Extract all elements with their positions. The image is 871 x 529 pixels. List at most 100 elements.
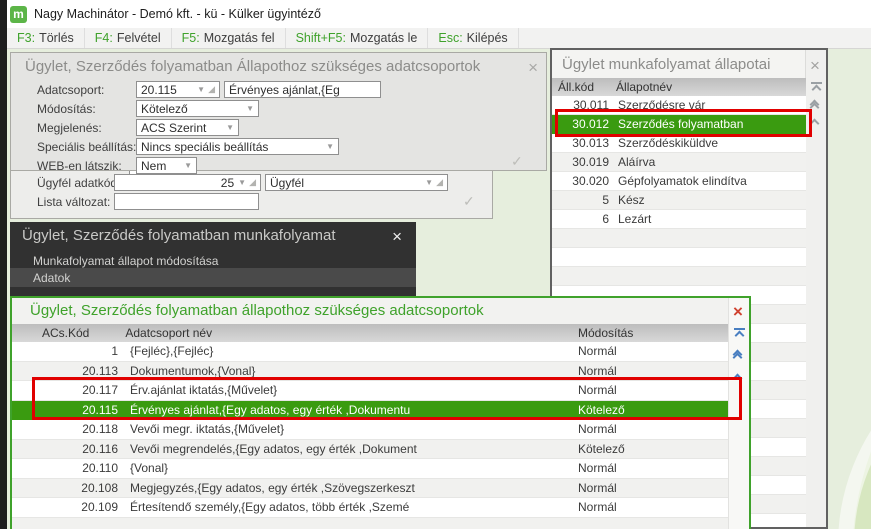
adatcsoport-name-input[interactable] (224, 81, 381, 98)
table-row[interactable]: 6 Lezárt (552, 210, 806, 229)
table-row[interactable]: 30.011 Szerződésre vár (552, 96, 806, 115)
table-cell-name: Dokumentumok,{Vonal} (130, 363, 256, 378)
table-row[interactable]: 30.020 Gépfolyamatok elindítva (552, 172, 806, 191)
menu-item[interactable]: F3: Törlés (7, 28, 85, 48)
scroll-page-up-icon[interactable] (809, 99, 820, 113)
table-row[interactable]: 20.108 Megjegyzés,{Egy adatos, egy érték … (12, 478, 728, 498)
chevron-down-icon[interactable]: ▼ (226, 123, 234, 132)
menu-item-adatok[interactable]: Adatok (10, 268, 416, 287)
table-cell-code: 5 (602, 193, 609, 207)
table-cell-code: 20.110 (82, 461, 118, 476)
table-row[interactable]: 30.012 Szerződés folyamatban (552, 115, 806, 134)
panel-allapothoz-adatcsoportok-form: Ügylet, Szerződés folyamatban Állapothoz… (10, 52, 547, 174)
table-row[interactable]: 20.115 Érvényes ajánlat,{Egy adatos, egy … (12, 400, 728, 420)
chevron-down-icon[interactable]: ▼ (238, 178, 246, 187)
chevron-down-icon[interactable]: ▼ (326, 142, 334, 151)
scroll-to-top-icon[interactable] (734, 328, 745, 341)
table-cell-code: 6 (602, 212, 609, 226)
ugyfel-adatkod-label: Ügyfél adatkód: (37, 175, 121, 190)
window-title: Nagy Machinátor - Demó kft. - kü - Külke… (34, 7, 321, 21)
modositas-value: Kötelező (141, 101, 188, 116)
table-cell-name: Szerződéskiküldve (618, 136, 719, 150)
table-row[interactable]: 20.118 Vevői megr. iktatás,{Művelet} Normá… (12, 420, 728, 440)
table-cell-code: 20.117 (82, 383, 118, 398)
lista-valtozat-input[interactable] (114, 193, 259, 210)
table-cell-mod: Normál (578, 480, 617, 495)
adatcsoport-label: Adatcsoport: (37, 82, 105, 97)
close-icon[interactable]: × (733, 303, 743, 320)
confirm-check-icon[interactable]: ✓ (463, 193, 475, 210)
web-latszik-select[interactable]: Nem ▼ (136, 157, 197, 174)
table-row[interactable]: 20.109 Értesítendő személy,{Egy adatos, t… (12, 498, 728, 518)
app-window: m Nagy Machinátor - Demó kft. - kü - Kül… (0, 0, 871, 529)
column-header-adatcsoportnev: Adatcsoport név (125, 326, 213, 340)
menu-item-label: Adatok (33, 270, 71, 285)
table-cell-code: 20.115 (82, 402, 118, 417)
menu-item[interactable]: Esc: Kilépés (428, 28, 519, 48)
panel-title: Ügylet munkafolyamat állapotai (562, 56, 771, 73)
table-cell-name: Érv.ajánlat iktatás,{Művelet} (130, 383, 278, 398)
function-key-bar: F3: Törlés F4: Felvétel F5: Mozgatás fel Shift… (7, 28, 871, 49)
table-row[interactable]: 20.116 Vevői megrendelés,{Egy adatos, egy… (12, 439, 728, 459)
table-cell-name: Vevői megrendelés,{Egy adatos, egy érték… (130, 441, 417, 456)
panel-title: Ügylet, Szerződés folyamatban munkafolya… (22, 227, 336, 244)
ugyfel-adatkod-select[interactable]: 25 ▼ ◢ (114, 174, 261, 191)
ugyfel-adatkod-value: 25 (220, 175, 235, 190)
menu-item-label: Kilépés (466, 31, 508, 45)
menu-item-allapot-modositasa[interactable]: Munkafolyamat állapot módosítása (33, 254, 218, 268)
menu-item-key: F3: (17, 31, 36, 45)
table-cell-mod: Normál (578, 500, 617, 515)
table-cell-code: 20.108 (81, 480, 118, 495)
table-cell-mod: Kötelező (578, 402, 625, 417)
table-cell-name: Gépfolyamatok elindítva (618, 174, 747, 188)
table-cell-mod: Normál (578, 461, 617, 476)
menu-item[interactable]: Shift+F5: Mozgatás le (286, 28, 429, 48)
confirm-check-icon[interactable]: ✓ (511, 153, 523, 170)
modositas-label: Módosítás: (37, 101, 96, 116)
ugyfel-tipus-select[interactable]: Ügyfél ▼ ◢ (265, 174, 448, 191)
menu-item-label: Felvétel (116, 31, 161, 45)
column-header-modositas: Módosítás (578, 326, 634, 340)
close-icon[interactable]: × (528, 59, 538, 76)
table-row[interactable]: 20.113 Dokumentumok,{Vonal} Normál (12, 361, 728, 381)
column-header-acskod: ACs.Kód (42, 326, 90, 340)
table-cell-code: 30.019 (572, 155, 609, 169)
table-row-empty (552, 248, 806, 267)
table-cell-mod: Kötelező (578, 441, 625, 456)
chevron-down-icon[interactable]: ▼ (425, 178, 433, 187)
panel-scroll-column: × (728, 298, 749, 529)
specialis-label: Speciális beállítás: (37, 139, 137, 154)
chevron-down-icon[interactable]: ▼ (184, 161, 192, 170)
close-icon[interactable]: × (810, 57, 820, 74)
scroll-page-up-icon[interactable] (732, 349, 743, 363)
table-row[interactable]: 30.019 Aláírva (552, 153, 806, 172)
panel-scroll-column: × (805, 50, 826, 527)
table-row[interactable]: 5 Kész (552, 191, 806, 210)
column-header-allkod: Áll.kód (558, 80, 595, 94)
lista-valtozat-label: Lista változat: (37, 194, 111, 209)
scroll-up-icon[interactable] (732, 373, 743, 384)
close-icon[interactable]: × (392, 228, 402, 245)
scroll-to-top-icon[interactable] (811, 82, 822, 95)
table-row-empty (552, 229, 806, 248)
menu-item[interactable]: F4: Felvétel (85, 28, 172, 48)
table-row[interactable]: 20.110 {Vonal} Normál (12, 459, 728, 479)
table-header: Áll.kód Állapotnév (552, 78, 806, 96)
table-row[interactable]: 30.013 Szerződéskiküldve (552, 134, 806, 153)
table-cell-name: Szerződésre vár (618, 98, 706, 112)
chevron-down-icon[interactable]: ▼ (246, 104, 254, 113)
scroll-up-icon[interactable] (809, 118, 820, 129)
modositas-select[interactable]: Kötelező ▼ (136, 100, 259, 117)
table-cell-name: {Fejléc},{Fejléc} (130, 344, 214, 359)
table-row[interactable]: 1 {Fejléc},{Fejléc} Normál (12, 342, 728, 362)
menu-item-key: F5: (181, 31, 200, 45)
chevron-down-icon[interactable]: ▼ (197, 85, 205, 94)
adatcsoport-code-select[interactable]: 20.115 ▼ ◢ (136, 81, 220, 98)
specialis-select[interactable]: Nincs speciális beállítás ▼ (136, 138, 339, 155)
table-cell-code: 30.013 (572, 136, 609, 150)
megjelenes-select[interactable]: ACS Szerint ▼ (136, 119, 239, 136)
table-row[interactable]: 20.117 Érv.ajánlat iktatás,{Művelet} Normá… (12, 381, 728, 401)
table-cell-name: Vevői megr. iktatás,{Művelet} (130, 422, 285, 437)
menu-item[interactable]: F5: Mozgatás fel (172, 28, 286, 48)
table-cell-mod: Normál (578, 344, 617, 359)
